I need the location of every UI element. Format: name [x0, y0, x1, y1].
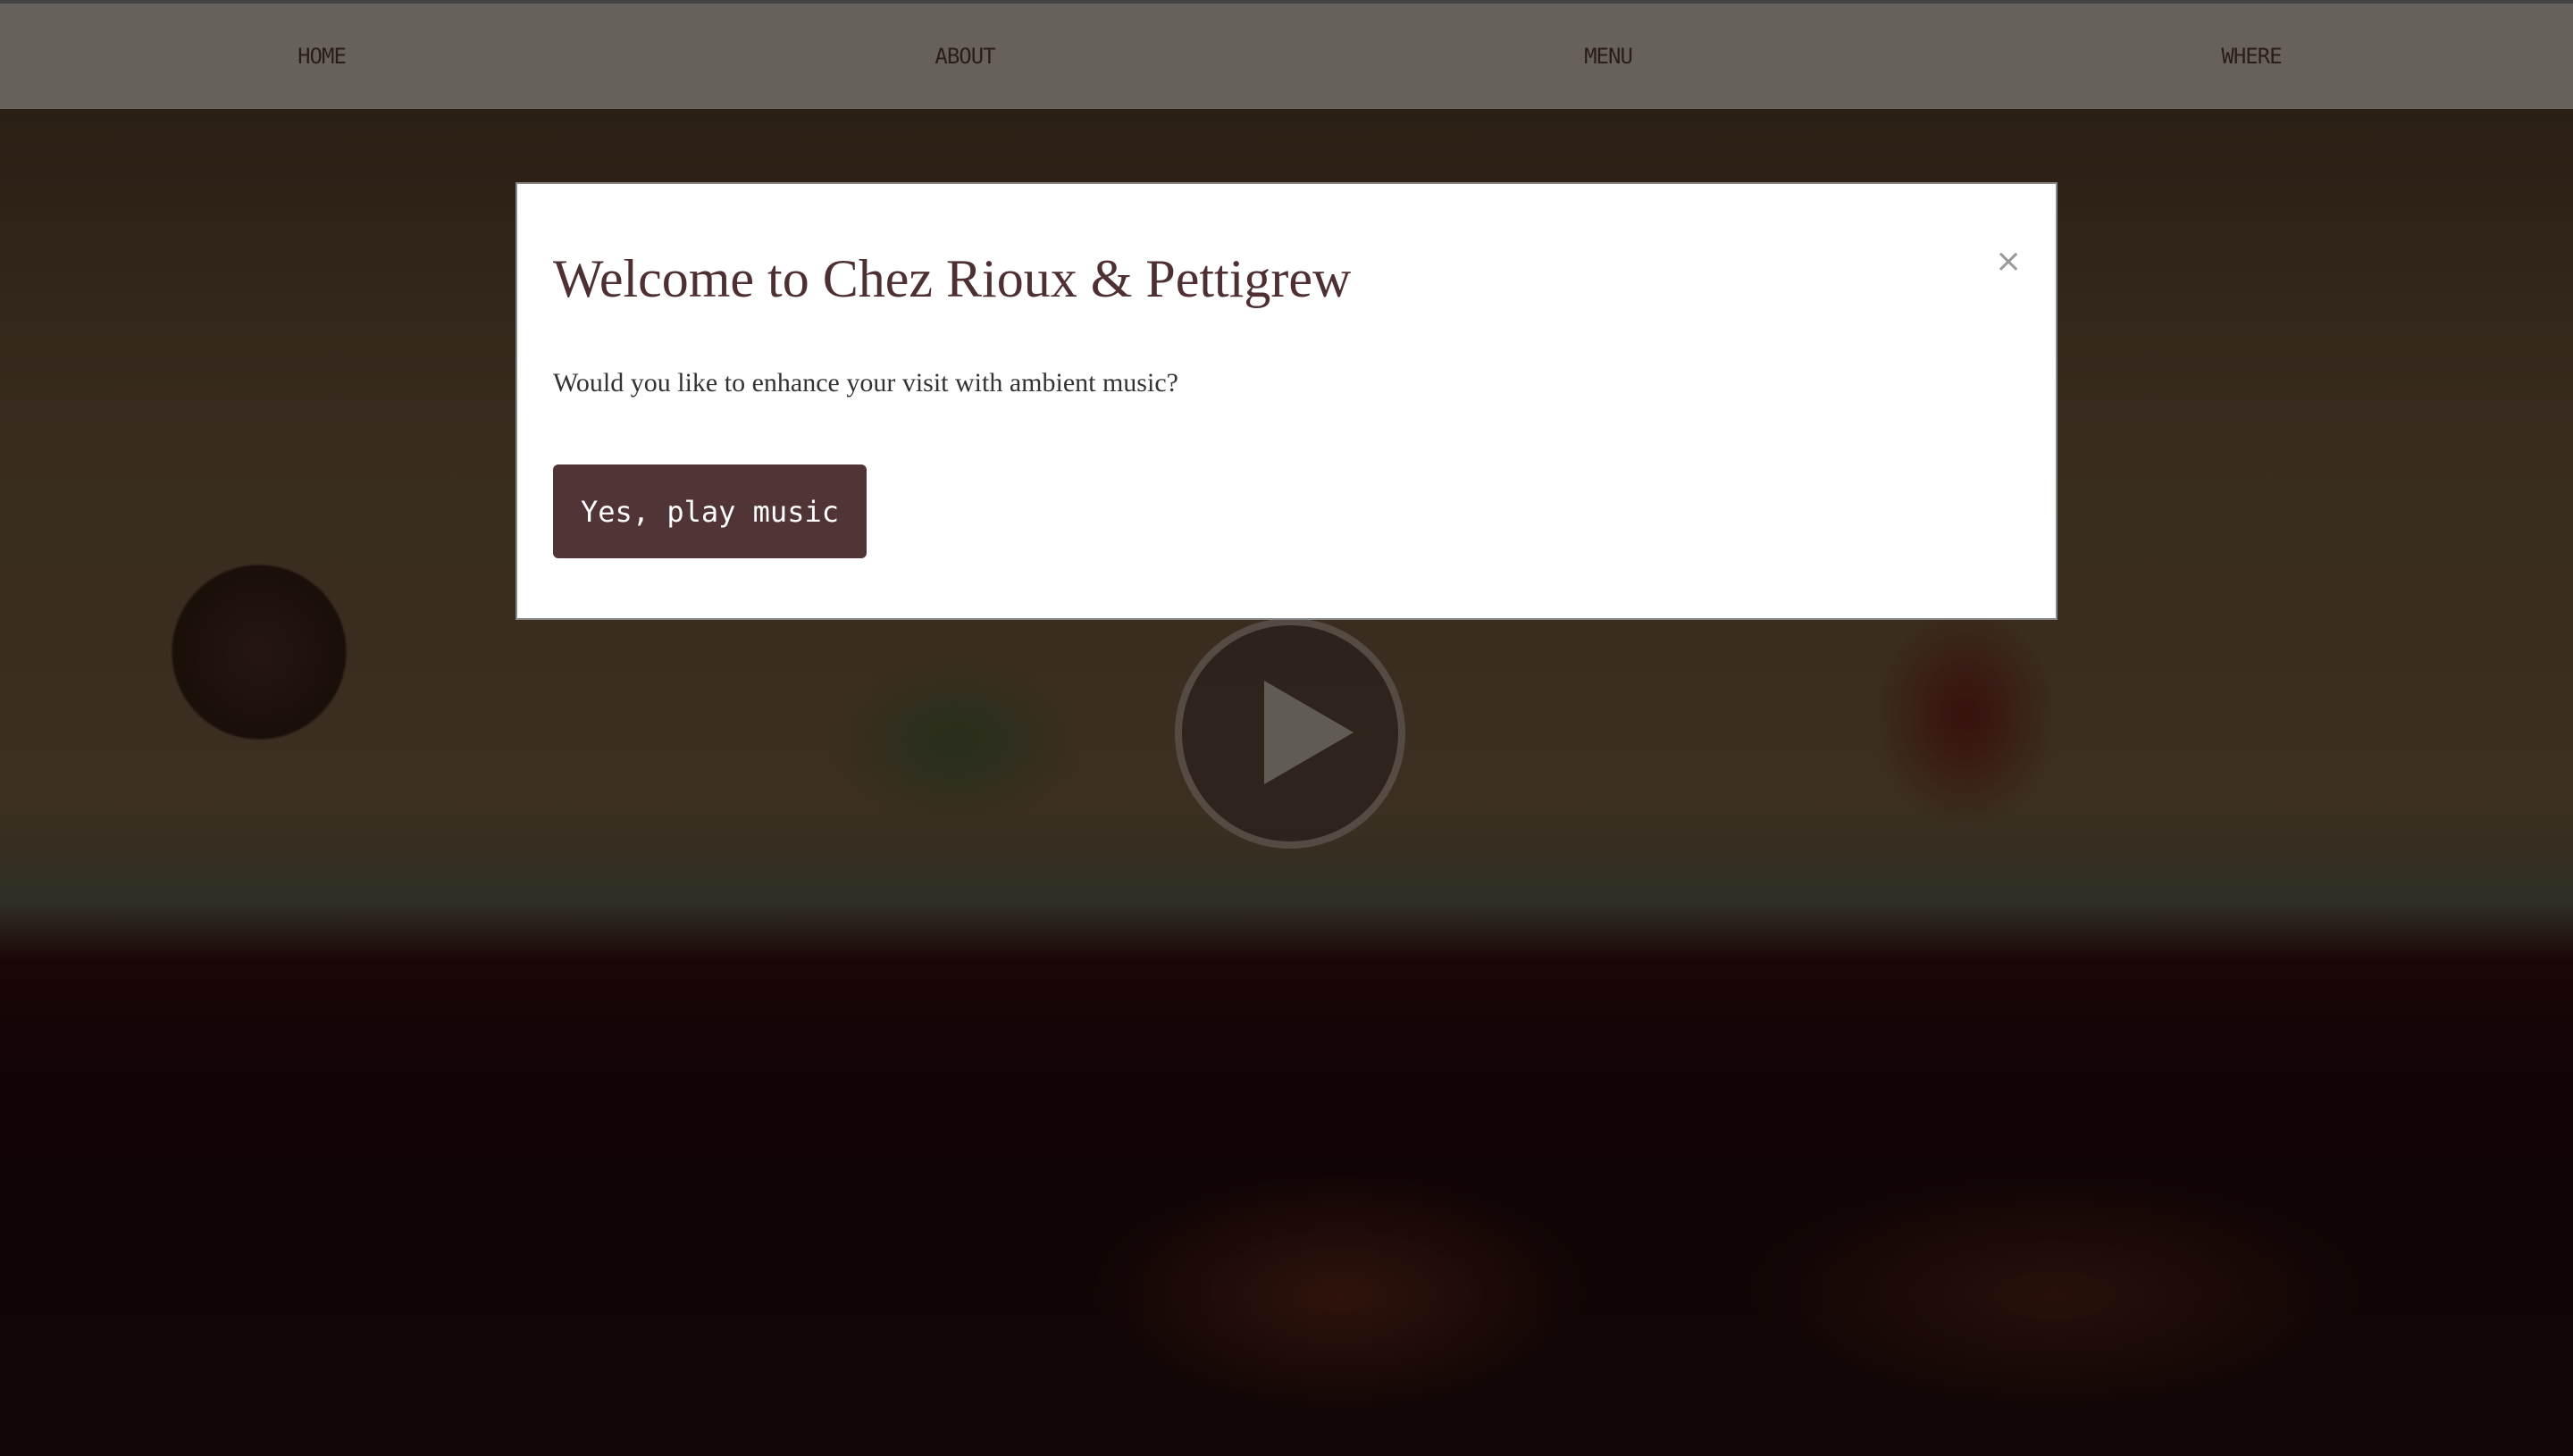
modal-title: Welcome to Chez Rioux & Pettigrew: [553, 249, 1352, 308]
welcome-modal: Welcome to Chez Rioux & Pettigrew × Woul…: [515, 182, 2058, 620]
play-button[interactable]: [1175, 618, 1405, 849]
nav-home[interactable]: HOME: [0, 4, 643, 109]
nav-menu[interactable]: MENU: [1286, 4, 1930, 109]
play-music-button[interactable]: Yes, play music: [553, 464, 867, 558]
nav-about[interactable]: ABOUT: [643, 4, 1286, 109]
close-icon[interactable]: ×: [1995, 243, 2022, 280]
main-nav: HOME ABOUT MENU WHERE: [0, 4, 2573, 109]
nav-where[interactable]: WHERE: [1930, 4, 2573, 109]
play-icon: [1264, 681, 1354, 784]
modal-message: Would you like to enhance your visit wit…: [553, 368, 1178, 397]
